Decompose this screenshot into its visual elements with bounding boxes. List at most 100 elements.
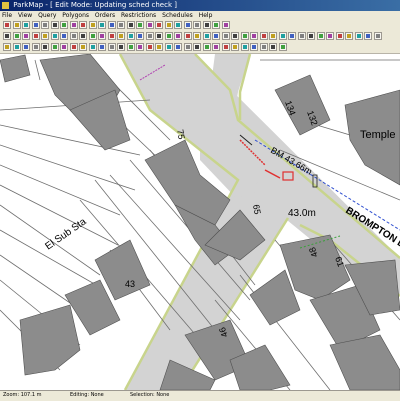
standard-tool-button[interactable] <box>41 21 49 29</box>
standard-tool-button[interactable] <box>202 21 211 29</box>
drawing-tool-button[interactable] <box>60 32 68 40</box>
drawing-tool-button[interactable] <box>3 32 11 40</box>
restriction-tool-button[interactable] <box>117 43 125 51</box>
drawing-tool-button[interactable] <box>297 32 306 40</box>
restriction-tool-button[interactable] <box>79 43 87 51</box>
restriction-tool-button[interactable] <box>240 43 249 51</box>
restriction-tool-button[interactable] <box>69 43 78 51</box>
menu-query[interactable]: Query <box>38 12 56 19</box>
standard-tool-button[interactable] <box>174 21 182 29</box>
map-canvas[interactable]: 134 132 75 65 61 48 43 46 Temple El Sub … <box>0 54 400 390</box>
drawing-tool-button[interactable] <box>145 32 154 40</box>
drawing-tool-button[interactable] <box>88 32 97 40</box>
restriction-tool-button[interactable] <box>145 43 154 51</box>
drawing-tool-button[interactable] <box>41 32 49 40</box>
restriction-tool-button[interactable] <box>278 43 287 51</box>
drawing-tool-button[interactable] <box>307 32 315 40</box>
drawing-tool-button[interactable] <box>335 32 344 40</box>
restriction-tool-button[interactable] <box>269 43 277 51</box>
restriction-tool-button[interactable] <box>259 43 268 51</box>
restriction-tool-button[interactable] <box>164 43 173 51</box>
menu-help[interactable]: Help <box>199 12 213 19</box>
restriction-tool-button[interactable] <box>22 43 30 51</box>
drawing-tool-button[interactable] <box>259 32 268 40</box>
drawing-tool-button[interactable] <box>69 32 78 40</box>
restriction-tool-button[interactable] <box>12 43 21 51</box>
standard-tool-button[interactable] <box>117 21 125 29</box>
standard-tool-button[interactable] <box>22 21 30 29</box>
standard-tool-button[interactable] <box>12 21 21 29</box>
restriction-tool-button[interactable] <box>202 43 211 51</box>
menu-schedules[interactable]: Schedules <box>162 12 193 19</box>
standard-tool-button[interactable] <box>136 21 144 29</box>
standard-tool-button[interactable] <box>98 21 106 29</box>
drawing-tool-button[interactable] <box>231 32 239 40</box>
drawing-tool-button[interactable] <box>316 32 325 40</box>
restriction-tool-button[interactable] <box>31 43 40 51</box>
standard-tool-button[interactable] <box>164 21 173 29</box>
standard-tool-button[interactable] <box>107 21 116 29</box>
restriction-tool-button[interactable] <box>174 43 182 51</box>
standard-tool-button[interactable] <box>221 21 230 29</box>
menu-orders[interactable]: Orders <box>95 12 115 19</box>
standard-tool-button[interactable] <box>126 21 135 29</box>
drawing-tool-button[interactable] <box>250 32 258 40</box>
standard-tool-button[interactable] <box>50 21 59 29</box>
restriction-tool-button[interactable] <box>98 43 106 51</box>
drawing-tool-button[interactable] <box>174 32 182 40</box>
restriction-tool-button[interactable] <box>155 43 163 51</box>
drawing-tool-button[interactable] <box>126 32 135 40</box>
drawing-tool-button[interactable] <box>326 32 334 40</box>
restriction-tool-button[interactable] <box>41 43 49 51</box>
drawing-tool-button[interactable] <box>50 32 59 40</box>
restriction-tool-button[interactable] <box>183 43 192 51</box>
standard-tool-button[interactable] <box>3 21 11 29</box>
restriction-tool-button[interactable] <box>3 43 11 51</box>
restriction-tool-button[interactable] <box>136 43 144 51</box>
drawing-tool-button[interactable] <box>364 32 372 40</box>
menu-restrictions[interactable]: Restrictions <box>121 12 156 19</box>
standard-tool-button[interactable] <box>193 21 201 29</box>
menu-view[interactable]: View <box>18 12 32 19</box>
restriction-tool-button[interactable] <box>212 43 220 51</box>
drawing-tool-button[interactable] <box>373 32 382 40</box>
standard-tool-button[interactable] <box>145 21 154 29</box>
drawing-tool-button[interactable] <box>98 32 106 40</box>
drawing-tool-button[interactable] <box>31 32 40 40</box>
drawing-tool-button[interactable] <box>240 32 249 40</box>
drawing-tool-button[interactable] <box>107 32 116 40</box>
drawing-tool-button[interactable] <box>288 32 296 40</box>
drawing-tool-button[interactable] <box>164 32 173 40</box>
drawing-tool-button[interactable] <box>345 32 353 40</box>
drawing-tool-button[interactable] <box>212 32 220 40</box>
map-svg[interactable]: 134 132 75 65 61 48 43 46 Temple El Sub … <box>0 54 400 390</box>
standard-tool-button[interactable] <box>155 21 163 29</box>
drawing-tool-button[interactable] <box>12 32 21 40</box>
drawing-tool-button[interactable] <box>278 32 287 40</box>
restriction-tool-button[interactable] <box>126 43 135 51</box>
drawing-tool-button[interactable] <box>202 32 211 40</box>
drawing-tool-button[interactable] <box>136 32 144 40</box>
standard-tool-button[interactable] <box>60 21 68 29</box>
drawing-tool-button[interactable] <box>183 32 192 40</box>
standard-tool-button[interactable] <box>31 21 40 29</box>
restriction-tool-button[interactable] <box>107 43 116 51</box>
restriction-tool-button[interactable] <box>221 43 230 51</box>
standard-tool-button[interactable] <box>183 21 192 29</box>
standard-tool-button[interactable] <box>69 21 78 29</box>
drawing-tool-button[interactable] <box>155 32 163 40</box>
drawing-tool-button[interactable] <box>117 32 125 40</box>
restriction-tool-button[interactable] <box>193 43 201 51</box>
menu-polygons[interactable]: Polygons <box>62 12 89 19</box>
drawing-tool-button[interactable] <box>221 32 230 40</box>
standard-tool-button[interactable] <box>212 21 220 29</box>
drawing-tool-button[interactable] <box>269 32 277 40</box>
drawing-tool-button[interactable] <box>22 32 30 40</box>
standard-tool-button[interactable] <box>79 21 87 29</box>
drawing-tool-button[interactable] <box>354 32 363 40</box>
drawing-tool-button[interactable] <box>193 32 201 40</box>
menu-file[interactable]: File <box>2 12 12 19</box>
restriction-tool-button[interactable] <box>250 43 258 51</box>
restriction-tool-button[interactable] <box>50 43 59 51</box>
restriction-tool-button[interactable] <box>231 43 239 51</box>
